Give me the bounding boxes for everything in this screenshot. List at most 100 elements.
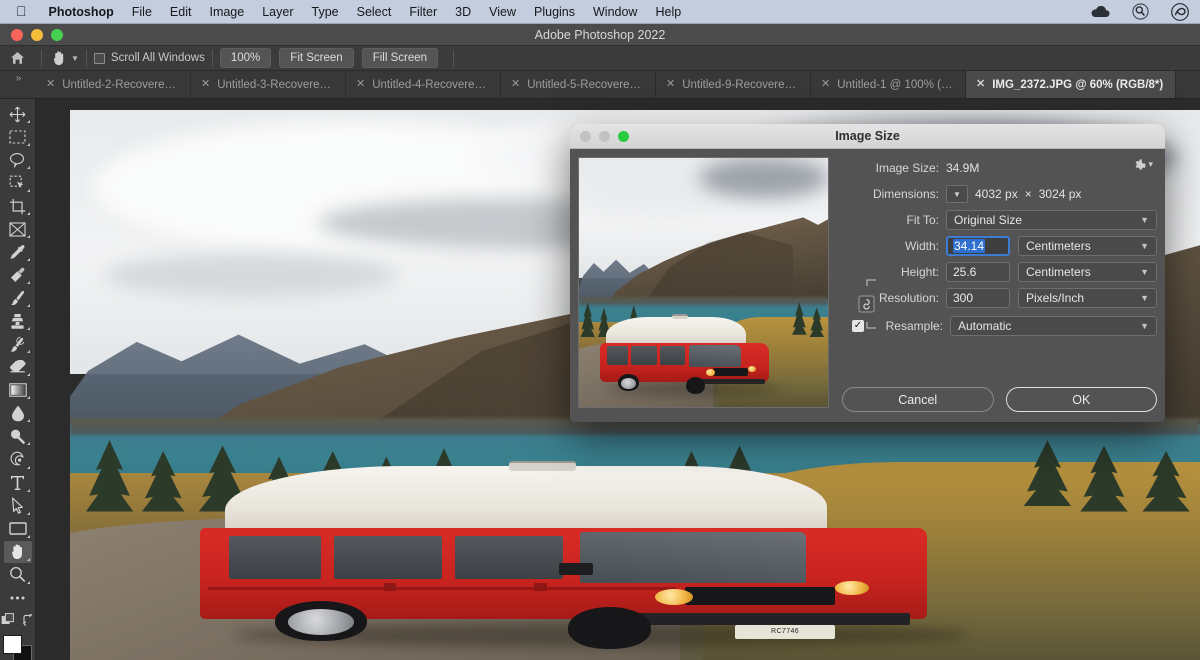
clone-stamp-tool-icon[interactable] (4, 310, 32, 332)
front-grille (713, 368, 748, 376)
document-tab-untitled-4[interactable]: ✕ Untitled-4-Recovered … (346, 71, 501, 98)
eraser-tool-icon[interactable] (4, 356, 32, 378)
image-size-dialog[interactable]: Image Size (570, 124, 1165, 422)
tool-flyout-indicator (27, 189, 30, 192)
apple-logo-icon[interactable]:  (0, 4, 40, 18)
menu-item-view[interactable]: View (480, 5, 525, 19)
van-high-top-roof (225, 466, 827, 537)
color-swatches[interactable] (3, 635, 33, 660)
close-icon[interactable]: ✕ (511, 79, 520, 90)
close-icon[interactable]: ✕ (201, 79, 210, 90)
dodge-tool-icon[interactable] (4, 425, 32, 447)
height-input[interactable]: 25.6 (946, 262, 1010, 282)
cancel-button[interactable]: Cancel (842, 387, 994, 412)
menu-item-plugins[interactable]: Plugins (525, 5, 584, 19)
rectangle-tool-icon[interactable] (4, 518, 32, 540)
brush-tool-icon[interactable] (4, 287, 32, 309)
ellipsis-icon[interactable] (4, 587, 32, 609)
gradient-tool-icon[interactable] (4, 379, 32, 401)
cloud-icon[interactable] (1080, 5, 1121, 18)
window-close-button[interactable] (11, 29, 23, 41)
document-tab-untitled-2[interactable]: ✕ Untitled-2-Recovered … (36, 71, 191, 98)
resample-method-select[interactable]: Automatic ▼ (950, 316, 1157, 336)
lasso-tool-icon[interactable] (4, 149, 32, 171)
hand-tool-icon[interactable] (4, 541, 32, 563)
ok-button[interactable]: OK (1006, 387, 1158, 412)
spot-healing-brush-tool-icon[interactable] (4, 264, 32, 286)
tool-flyout-indicator (27, 350, 30, 353)
menu-item-photoshop[interactable]: Photoshop (40, 5, 123, 19)
close-icon[interactable]: ✕ (666, 79, 675, 90)
close-icon[interactable]: ✕ (356, 79, 365, 90)
resolution-input[interactable]: 300 (946, 288, 1010, 308)
document-tab-untitled-1[interactable]: ✕ Untitled-1 @ 100% (RG… (811, 71, 966, 98)
frame-tool-icon[interactable] (4, 218, 32, 240)
menu-item-select[interactable]: Select (348, 5, 401, 19)
checkbox-box[interactable] (94, 53, 105, 64)
menu-item-edit[interactable]: Edit (161, 5, 201, 19)
eyedropper-tool-icon[interactable] (4, 241, 32, 263)
menu-item-filter[interactable]: Filter (400, 5, 446, 19)
quick-mask-icon[interactable] (1, 613, 16, 631)
move-tool-icon[interactable] (4, 103, 32, 125)
chevron-double-right-icon[interactable]: » (0, 71, 36, 98)
tool-flyout-indicator (27, 281, 30, 284)
window-maximize-button[interactable] (51, 29, 63, 41)
close-icon[interactable]: ✕ (976, 79, 985, 90)
chevron-down-icon[interactable]: ▼ (946, 185, 968, 203)
document-tab-untitled-9[interactable]: ✕ Untitled-9-Recovered … (656, 71, 811, 98)
chevron-down-icon[interactable]: ▼ (71, 54, 79, 63)
roof-vent (672, 314, 688, 318)
window-minimize-button[interactable] (31, 29, 43, 41)
pen-tool-icon[interactable] (4, 448, 32, 470)
width-unit-select[interactable]: Centimeters ▼ (1018, 236, 1157, 256)
close-icon[interactable]: ✕ (821, 79, 830, 90)
tool-flyout-indicator (27, 304, 30, 307)
tool-flyout-indicator (27, 120, 30, 123)
image-size-row: Image Size: 34.9M (842, 155, 1157, 181)
tab-label: Untitled-2-Recovered … (62, 79, 178, 91)
creative-cloud-icon[interactable] (1160, 3, 1200, 21)
scroll-all-windows-checkbox[interactable]: Scroll All Windows (94, 52, 205, 64)
chain-link-constrain-proportions-icon[interactable] (854, 277, 878, 331)
dimensions-width-value: 4032 px (975, 187, 1018, 201)
type-tool-icon[interactable] (4, 472, 32, 494)
home-icon[interactable] (0, 51, 34, 65)
history-brush-tool-icon[interactable] (4, 333, 32, 355)
close-icon[interactable]: ✕ (46, 79, 55, 90)
fit-to-select[interactable]: Original Size ▼ (946, 210, 1157, 230)
dialog-buttons: Cancel OK (842, 387, 1157, 412)
width-input[interactable]: 34.14 (946, 236, 1010, 256)
gear-dropdown-indicator[interactable]: ▾ (1148, 159, 1153, 170)
height-unit-select[interactable]: Centimeters ▼ (1018, 262, 1157, 282)
menu-item-type[interactable]: Type (303, 5, 348, 19)
swap-colors-icon[interactable] (22, 613, 34, 631)
document-tab-untitled-5[interactable]: ✕ Untitled-5-Recovered … (501, 71, 656, 98)
spotlight-search-icon[interactable] (1121, 3, 1160, 20)
zoom-100-button[interactable]: 100% (220, 48, 271, 68)
rectangular-marquee-tool-icon[interactable] (4, 126, 32, 148)
document-tab-img-2372[interactable]: ✕ IMG_2372.JPG @ 60% (RGB/8*) (966, 71, 1176, 98)
path-selection-tool-icon[interactable] (4, 495, 32, 517)
menu-item-help[interactable]: Help (646, 5, 690, 19)
menu-item-layer[interactable]: Layer (253, 5, 302, 19)
image-preview[interactable] (578, 157, 829, 408)
menu-item-3d[interactable]: 3D (446, 5, 480, 19)
fill-screen-button[interactable]: Fill Screen (362, 48, 438, 68)
foreground-color-swatch[interactable] (3, 635, 22, 654)
resolution-unit-select[interactable]: Pixels/Inch ▼ (1018, 288, 1157, 308)
menu-item-window[interactable]: Window (584, 5, 646, 19)
menu-item-file[interactable]: File (123, 5, 161, 19)
rear-window (607, 346, 628, 365)
document-tab-untitled-3[interactable]: ✕ Untitled-3-Recovered … (191, 71, 346, 98)
tab-label: Untitled-4-Recovered … (372, 79, 488, 91)
gear-icon[interactable]: ▾ (1133, 158, 1153, 171)
zoom-tool-icon[interactable] (4, 564, 32, 586)
crop-tool-icon[interactable] (4, 195, 32, 217)
fit-screen-button[interactable]: Fit Screen (279, 48, 353, 68)
tool-flyout-indicator (27, 235, 30, 238)
object-selection-tool-icon[interactable] (4, 172, 32, 194)
blur-tool-icon[interactable] (4, 402, 32, 424)
active-tool-preset[interactable]: ▼ (49, 50, 79, 66)
menu-item-image[interactable]: Image (200, 5, 253, 19)
